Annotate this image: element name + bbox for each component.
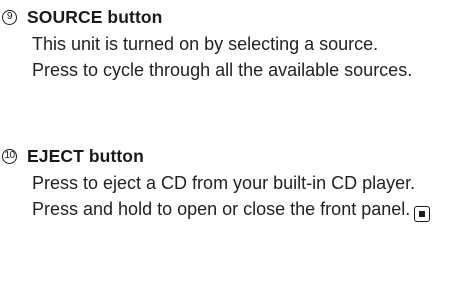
entry-title: EJECT button <box>27 145 144 166</box>
eject-button-entry: 10 EJECT button Press to eject a CD from… <box>0 143 454 222</box>
entry-heading: 9 SOURCE button <box>0 4 454 30</box>
entry-description: Press to eject a CD from your built-in C… <box>32 171 454 222</box>
item-number-badge: 10 <box>2 148 17 164</box>
entry-description: This unit is turned on by selecting a so… <box>32 32 454 83</box>
description-line: This unit is turned on by selecting a so… <box>32 34 379 54</box>
description-line: Press and hold to open or close the fron… <box>32 197 454 223</box>
source-button-entry: 9 SOURCE button This unit is turned on b… <box>0 4 454 83</box>
description-line: Press to cycle through all the available… <box>32 59 413 80</box>
entry-heading: 10 EJECT button <box>0 143 454 169</box>
description-line: Press to eject a CD from your built-in C… <box>32 173 416 193</box>
item-number-badge: 9 <box>2 9 17 25</box>
entry-title: SOURCE button <box>27 6 163 27</box>
end-of-section-icon <box>414 205 431 222</box>
description-text: Press and hold to open or close the fron… <box>32 198 411 219</box>
